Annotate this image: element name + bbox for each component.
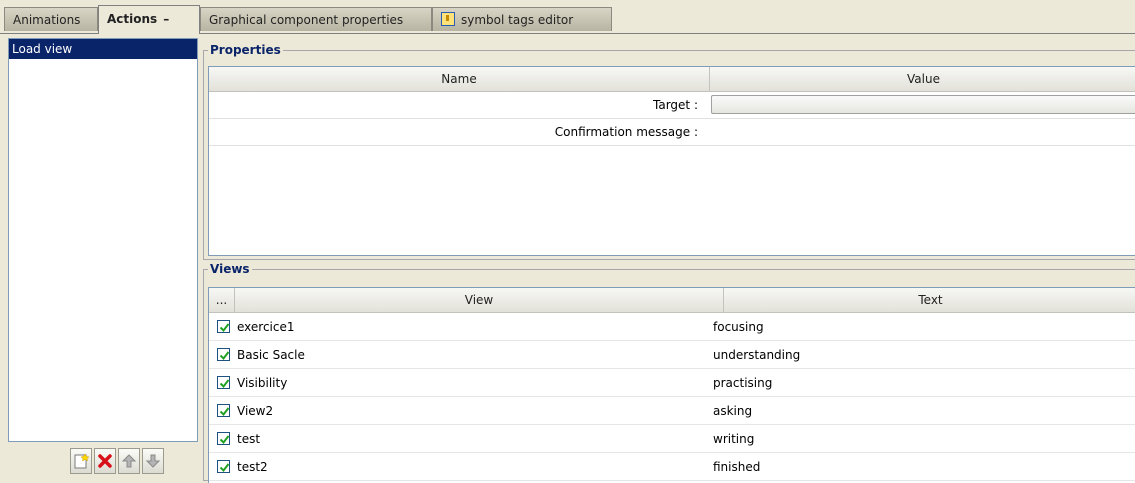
tab-label: Animations xyxy=(13,13,81,27)
table-row[interactable]: Visibility practising xyxy=(209,369,1135,397)
tab-graphical-component-properties[interactable]: Graphical component properties xyxy=(200,7,432,31)
property-label: Target : xyxy=(653,98,698,112)
view-checkbox[interactable] xyxy=(217,460,230,473)
delete-button[interactable] xyxy=(94,448,116,474)
tab-label: symbol tags editor xyxy=(461,13,574,27)
view-name: test2 xyxy=(237,460,268,474)
table-row[interactable]: exercice1 focusing xyxy=(209,313,1135,341)
table-row[interactable]: View2 asking xyxy=(209,397,1135,425)
minimize-icon[interactable]: – xyxy=(163,12,169,26)
action-details: Properties Name Value Target : Confirmat… xyxy=(203,38,1135,483)
delete-icon xyxy=(98,454,112,468)
tag-icon xyxy=(441,12,455,26)
views-title: Views xyxy=(208,261,252,277)
table-row[interactable]: Basic Sacle understanding xyxy=(209,341,1135,369)
tab-animations[interactable]: Animations xyxy=(4,7,98,31)
view-name: View2 xyxy=(237,404,274,418)
confirmation-message-field[interactable] xyxy=(711,119,1135,146)
column-header-text[interactable]: Text xyxy=(724,288,1135,313)
checkmark-icon xyxy=(219,407,230,417)
view-text[interactable]: finished xyxy=(713,453,760,481)
tab-symbol-tags-editor[interactable]: symbol tags editor xyxy=(432,7,612,31)
view-checkbox[interactable] xyxy=(217,404,230,417)
view-checkbox[interactable] xyxy=(217,432,230,445)
view-text[interactable]: focusing xyxy=(713,313,764,341)
column-header-name[interactable]: Name xyxy=(209,67,710,92)
new-action-icon xyxy=(74,453,89,469)
move-up-button[interactable] xyxy=(118,448,140,474)
view-checkbox[interactable] xyxy=(217,348,230,361)
property-label: Confirmation message : xyxy=(554,125,698,139)
view-name: Visibility xyxy=(237,376,288,390)
view-text[interactable]: writing xyxy=(713,425,754,453)
properties-title: Properties xyxy=(208,42,283,58)
view-name: Basic Sacle xyxy=(237,348,305,362)
properties-group: Properties Name Value Target : Confirmat… xyxy=(203,42,1135,260)
column-header-value[interactable]: Value xyxy=(710,67,1135,92)
views-group: Views ... View Text exercice1 focusing B… xyxy=(203,261,1135,483)
tab-label: Graphical component properties xyxy=(209,13,404,27)
views-table: ... View Text exercice1 focusing Basic S… xyxy=(208,287,1135,483)
tab-label: Actions xyxy=(107,12,158,26)
property-row-confirmation: Confirmation message : xyxy=(209,119,1135,146)
column-header-view[interactable]: View xyxy=(235,288,724,313)
view-text[interactable]: practising xyxy=(713,369,772,397)
checkmark-icon xyxy=(219,351,230,361)
checkmark-icon xyxy=(219,379,230,389)
property-row-target: Target : xyxy=(209,92,1135,119)
view-text[interactable]: understanding xyxy=(713,341,800,369)
checkmark-icon xyxy=(219,435,230,445)
move-down-button[interactable] xyxy=(142,448,164,474)
table-row[interactable]: test2 finished xyxy=(209,453,1135,481)
view-name: test xyxy=(237,432,261,446)
view-checkbox[interactable] xyxy=(217,320,230,333)
view-checkbox[interactable] xyxy=(217,376,230,389)
new-action-button[interactable] xyxy=(70,448,92,474)
move-down-icon xyxy=(145,454,161,468)
properties-table: Name Value Target : Confirmation message… xyxy=(208,66,1135,256)
list-item[interactable]: Load view xyxy=(9,39,197,59)
view-text[interactable]: asking xyxy=(713,397,752,425)
target-select[interactable] xyxy=(711,95,1135,114)
table-row[interactable]: test writing xyxy=(209,425,1135,453)
actions-list[interactable]: Load view xyxy=(8,38,198,442)
checkmark-icon xyxy=(219,463,230,473)
tab-actions[interactable]: Actions – xyxy=(98,5,200,34)
move-up-icon xyxy=(121,454,137,468)
column-menu-button[interactable]: ... xyxy=(209,288,235,313)
tab-strip: Animations Actions – Graphical component … xyxy=(0,0,1135,34)
view-name: exercice1 xyxy=(237,320,295,334)
checkmark-icon xyxy=(219,323,230,333)
